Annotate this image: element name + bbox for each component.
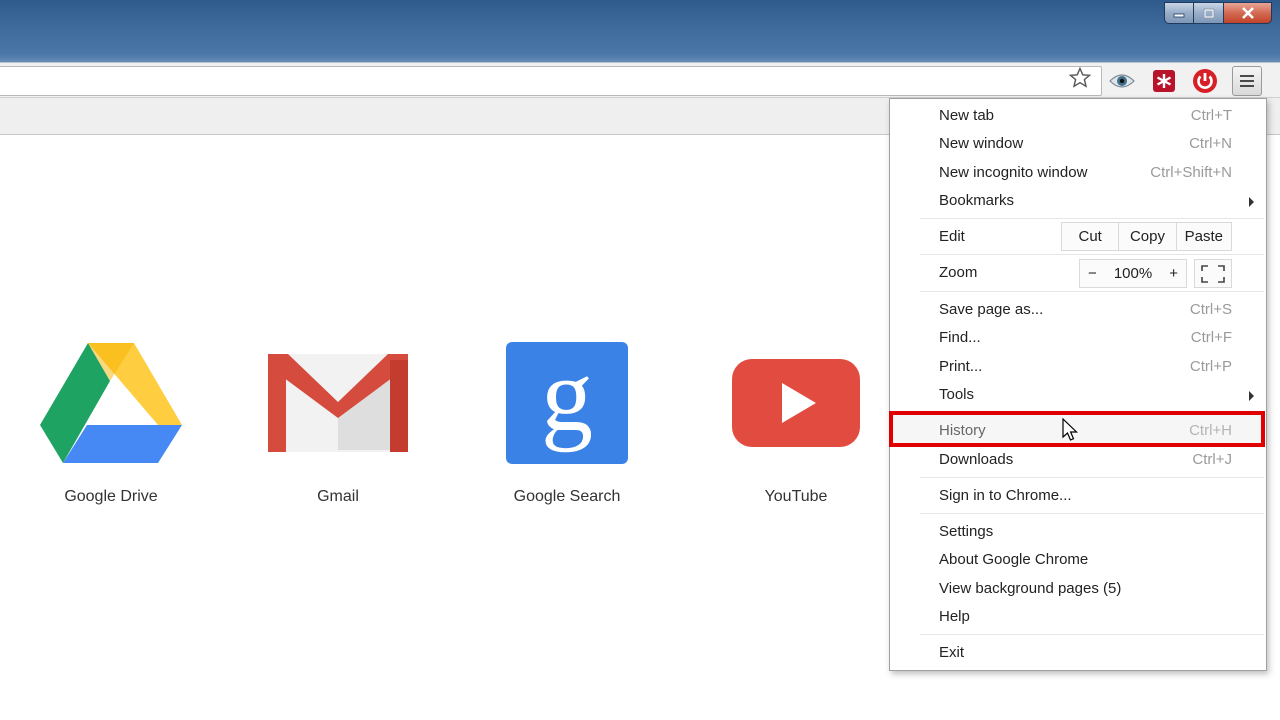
- menu-item-label: View background pages (5): [939, 580, 1122, 597]
- menu-item-shortcut: Ctrl+P: [1189, 358, 1232, 375]
- menu-item-shortcut: Ctrl+S: [1189, 301, 1232, 318]
- window-controls: [1164, 2, 1272, 24]
- copy-button[interactable]: Copy: [1118, 223, 1175, 250]
- eye-extension-button[interactable]: [1108, 67, 1136, 95]
- menu-item-new-incognito-window[interactable]: New incognito window Ctrl+Shift+N: [890, 159, 1266, 187]
- eye-icon: [1109, 74, 1135, 88]
- youtube-icon: [732, 359, 860, 447]
- window-title-bar: [0, 0, 1280, 62]
- menu-item-shortcut: Ctrl+N: [1189, 135, 1232, 152]
- menu-separator: [920, 291, 1264, 292]
- menu-item-find[interactable]: Find... Ctrl+F: [890, 324, 1266, 352]
- menu-item-label: New tab: [939, 107, 995, 124]
- menu-item-save-page-as[interactable]: Save page as... Ctrl+S: [890, 296, 1266, 324]
- menu-item-settings[interactable]: Settings: [890, 518, 1266, 546]
- menu-item-sign-in[interactable]: Sign in to Chrome...: [890, 482, 1266, 510]
- fullscreen-icon-wrap: [1195, 260, 1231, 287]
- cut-button[interactable]: Cut: [1062, 223, 1118, 250]
- app-label: Google Drive: [64, 488, 158, 505]
- zoom-control-group: − 100% +: [1079, 259, 1187, 288]
- gmail-icon: [268, 354, 408, 452]
- submenu-arrow-icon: [1249, 391, 1254, 401]
- app-gmail[interactable]: Gmail: [248, 338, 428, 506]
- menu-item-help[interactable]: Help: [890, 603, 1266, 631]
- menu-item-tools[interactable]: Tools: [890, 381, 1266, 409]
- minimize-icon: [1173, 13, 1185, 18]
- menu-item-label: Print...: [939, 358, 983, 375]
- google-drive-icon: [40, 343, 182, 463]
- menu-item-shortcut: Ctrl+J: [1192, 451, 1232, 468]
- maximize-icon: [1203, 8, 1214, 18]
- minimize-button[interactable]: [1164, 2, 1194, 24]
- menu-separator: [920, 634, 1264, 635]
- menu-item-shortcut: Ctrl+F: [1190, 329, 1232, 346]
- submenu-arrow-icon: [1249, 197, 1254, 207]
- menu-item-label: Downloads: [939, 451, 1014, 468]
- omnibox[interactable]: [0, 66, 1102, 96]
- app-google-search[interactable]: g Google Search: [477, 338, 657, 506]
- menu-separator: [920, 477, 1264, 478]
- google-search-icon: g: [506, 342, 628, 464]
- menu-separator: [920, 513, 1264, 514]
- hamburger-icon-line: [1240, 85, 1254, 87]
- paste-button[interactable]: Paste: [1175, 223, 1231, 250]
- menu-separator: [920, 254, 1264, 255]
- menu-item-new-tab[interactable]: New tab Ctrl+T: [890, 102, 1266, 130]
- asterisk-extension-button[interactable]: [1150, 67, 1178, 95]
- menu-separator: [920, 218, 1264, 219]
- bookmark-star-icon[interactable]: [1068, 66, 1092, 90]
- edit-button-group: Cut Copy Paste: [1061, 222, 1232, 251]
- fullscreen-icon: [1201, 264, 1225, 283]
- menu-item-print[interactable]: Print... Ctrl+P: [890, 353, 1266, 381]
- browser-toolbar: [0, 62, 1280, 98]
- app-youtube[interactable]: YouTube: [706, 338, 886, 506]
- chrome-menu: New tab Ctrl+T New window Ctrl+N New inc…: [889, 98, 1267, 671]
- maximize-button[interactable]: [1194, 2, 1224, 24]
- app-label: Google Search: [513, 488, 621, 505]
- menu-item-shortcut: Ctrl+Shift+N: [1150, 164, 1232, 181]
- menu-item-new-window[interactable]: New window Ctrl+N: [890, 130, 1266, 158]
- hamburger-icon-line: [1240, 80, 1254, 82]
- menu-item-label: Exit: [939, 644, 965, 661]
- zoom-level: 100%: [1113, 265, 1153, 282]
- menu-item-label: Settings: [939, 523, 994, 540]
- menu-item-label: Zoom: [939, 264, 978, 281]
- menu-item-label: Find...: [939, 329, 981, 346]
- menu-item-label: Sign in to Chrome...: [939, 487, 1072, 504]
- menu-item-downloads[interactable]: Downloads Ctrl+J: [890, 446, 1266, 474]
- close-icon: [1241, 7, 1254, 19]
- menu-item-exit[interactable]: Exit: [890, 639, 1266, 667]
- mouse-cursor-icon: [1062, 418, 1078, 441]
- menu-item-label: New incognito window: [939, 164, 1088, 181]
- menu-item-bookmarks[interactable]: Bookmarks: [890, 187, 1266, 215]
- zoom-in-button[interactable]: +: [1161, 260, 1186, 287]
- menu-item-background-pages[interactable]: View background pages (5): [890, 575, 1266, 603]
- power-icon: [1193, 69, 1217, 93]
- hamburger-icon: [1240, 75, 1254, 77]
- close-button[interactable]: [1224, 2, 1272, 24]
- svg-text:g: g: [541, 342, 593, 453]
- app-label: Gmail: [317, 488, 359, 505]
- menu-item-label: Bookmarks: [939, 192, 1015, 209]
- chrome-menu-button[interactable]: [1232, 66, 1262, 96]
- menu-item-label: Edit: [939, 228, 965, 245]
- app-google-drive[interactable]: Google Drive: [21, 338, 201, 506]
- menu-item-shortcut: Ctrl+T: [1190, 107, 1232, 124]
- fullscreen-button[interactable]: [1194, 259, 1232, 288]
- menu-item-label: About Google Chrome: [939, 551, 1089, 568]
- menu-item-label: Help: [939, 608, 970, 625]
- app-label: YouTube: [764, 488, 828, 505]
- menu-item-label: Save page as...: [939, 301, 1044, 318]
- menu-item-about[interactable]: About Google Chrome: [890, 546, 1266, 574]
- menu-item-label: New window: [939, 135, 1024, 152]
- asterisk-icon: [1153, 70, 1175, 92]
- zoom-out-button[interactable]: −: [1080, 260, 1105, 287]
- menu-item-label: Tools: [939, 386, 975, 403]
- power-extension-button[interactable]: [1191, 67, 1219, 95]
